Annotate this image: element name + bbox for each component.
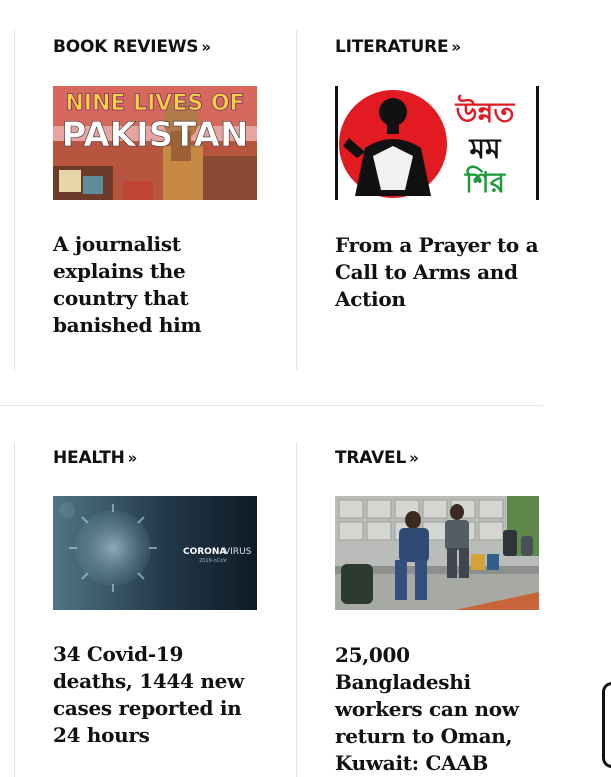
cover-title-line-2: PAKISTAN	[62, 115, 249, 155]
article-thumbnail[interactable]: উন্নত মম শির	[335, 86, 539, 200]
poster-word-1: উন্নত	[455, 94, 516, 129]
double-chevron-right-icon: »	[127, 449, 138, 467]
double-chevron-right-icon: »	[409, 449, 419, 467]
coronavirus-image: CORONA VIRUS 2019-nCoV	[53, 496, 257, 610]
row-divider	[0, 405, 543, 406]
section-link-travel[interactable]: TRAVEL»	[335, 448, 419, 468]
workers-waiting-image	[335, 496, 539, 610]
section-link-literature[interactable]: LITERATURE»	[335, 37, 461, 57]
cover-title-line-1: NINE LIVES OF	[65, 91, 244, 116]
section-label: TRAVEL	[335, 448, 407, 468]
section-label: BOOK REVIEWS	[53, 37, 199, 57]
article-headline[interactable]: 34 Covid-19 deaths, 1444 new cases repor…	[53, 641, 263, 749]
poster-word-2: মম	[468, 132, 502, 165]
literature-poster-image: উন্নত মম শির	[335, 86, 539, 200]
article-headline[interactable]: From a Prayer to a Call to Arms and Acti…	[335, 232, 545, 313]
section-link-health[interactable]: HEALTH»	[53, 448, 137, 468]
book-cover-image: NINE LIVES OF PAKISTAN	[53, 86, 257, 200]
column-divider	[14, 30, 15, 370]
poster-word-3: শির	[464, 165, 507, 199]
virus-label-light: VIRUS	[224, 547, 252, 557]
article-thumbnail[interactable]: CORONA VIRUS 2019-nCoV	[53, 496, 257, 610]
virus-label-bold: CORONA	[183, 547, 226, 557]
article-headline[interactable]: 25,000 Bangladeshi workers can now retur…	[335, 642, 545, 777]
double-chevron-right-icon: »	[201, 38, 211, 56]
column-divider	[296, 442, 297, 777]
article-thumbnail[interactable]: NINE LIVES OF PAKISTAN	[53, 86, 257, 200]
section-link-book-reviews[interactable]: BOOK REVIEWS»	[53, 37, 211, 57]
news-grid: BOOK REVIEWS» NINE LIVES OF PAKISTAN A j…	[0, 0, 611, 777]
article-headline[interactable]: A journalist explains the country that b…	[53, 231, 263, 339]
article-thumbnail[interactable]	[335, 496, 539, 610]
floating-widget-edge[interactable]	[602, 682, 611, 768]
section-label: HEALTH	[53, 448, 125, 468]
section-label: LITERATURE	[335, 37, 449, 57]
column-divider	[296, 30, 297, 370]
double-chevron-right-icon: »	[451, 38, 461, 56]
virus-label-code: 2019-nCoV	[199, 558, 227, 564]
column-divider	[14, 442, 15, 777]
